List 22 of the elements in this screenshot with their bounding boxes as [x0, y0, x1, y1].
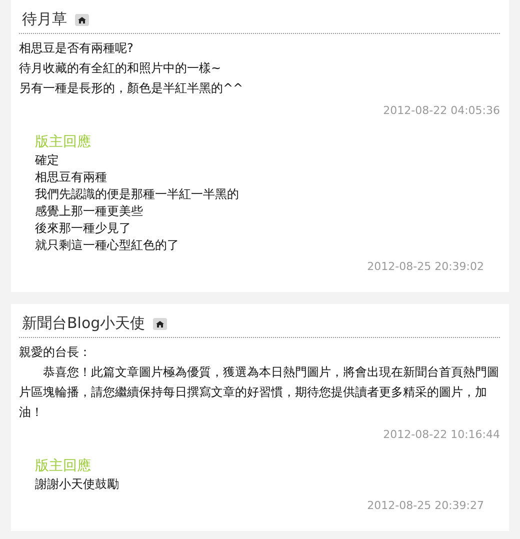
timestamp: 2012-08-25 20:39:02 [366, 260, 484, 274]
reply-text: 謝謝小天使鼓勵 [35, 476, 120, 493]
reply-title: 版主回應 [35, 457, 92, 476]
home-icon[interactable] [153, 318, 168, 330]
author-name: 新聞台Blog小天使 [22, 314, 146, 333]
timestamp: 2012-08-22 04:05:36 [382, 104, 500, 118]
comment-text: 相思豆是否有兩種呢? [19, 40, 134, 57]
comment-text: 另有一種是長形的，顏色是半紅半黑的^^ [19, 80, 244, 97]
timestamp: 2012-08-22 10:16:44 [382, 428, 500, 442]
reply-text: 確定 [35, 152, 60, 169]
reply-text: 相思豆有兩種 [35, 169, 108, 186]
timestamp: 2012-08-25 20:39:27 [366, 499, 484, 513]
comment-text: 恭喜您！此篇文章圖片極為優質，獲選為本日熱門圖片，將會出現在新聞台首頁熱門圖片區塊輪播，請您繼續保持每日撰寫文章的好習慣，期待您提供讀者更多精采的圖片，加油！ [19, 364, 500, 421]
reply-text: 我們先認識的便是那種一半紅一半黑的 [35, 186, 240, 203]
reply-text: 就只剩這一種心型紅色的了 [35, 237, 180, 254]
home-icon[interactable] [75, 14, 89, 26]
reply-text: 感覺上那一種更美些 [35, 203, 144, 220]
comment-text: 親愛的台長： [19, 344, 92, 361]
author-name: 待月草 [22, 10, 67, 29]
reply-text: 後來那一種少見了 [35, 220, 132, 237]
reply-title: 版主回應 [35, 133, 92, 152]
comment-text: 待月收藏的有全紅的和照片中的一樣~ [19, 60, 222, 77]
